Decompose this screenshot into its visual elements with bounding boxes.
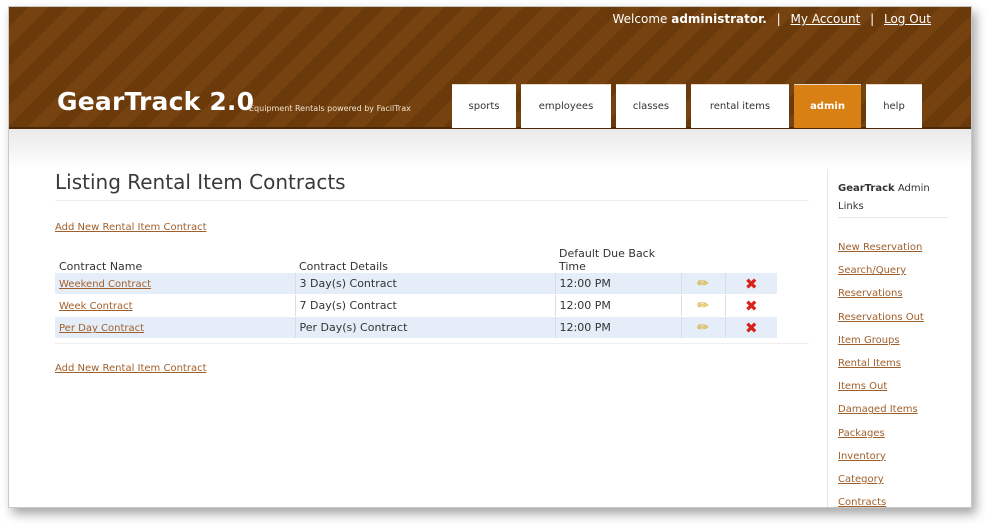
tab-classes[interactable]: classes bbox=[616, 84, 686, 128]
welcome-text: Welcome bbox=[612, 12, 668, 26]
site-header: Welcome administrator. | My Account | Lo… bbox=[9, 7, 971, 129]
sidebar-link-packages[interactable]: Packages bbox=[838, 428, 885, 439]
sidebar-link-search-query[interactable]: Search/Query bbox=[838, 265, 906, 276]
add-contract-link-bottom[interactable]: Add New Rental Item Contract bbox=[55, 363, 206, 374]
my-account-link[interactable]: My Account bbox=[791, 12, 861, 26]
title-divider bbox=[55, 200, 809, 201]
column-header-edit bbox=[681, 239, 725, 273]
contracts-table: Contract Name Contract Details Default D… bbox=[55, 239, 777, 339]
tab-rental-items[interactable]: rental items bbox=[691, 84, 789, 128]
table-row: Per Day Contract Per Day(s) Contract 12:… bbox=[55, 316, 777, 339]
log-out-link[interactable]: Log Out bbox=[884, 12, 931, 26]
column-header-contract-name: Contract Name bbox=[59, 260, 143, 273]
sidebar-link-category[interactable]: Category bbox=[838, 474, 884, 485]
sidebar-link-contracts[interactable]: Contracts bbox=[838, 497, 886, 507]
sidebar-title-brand: GearTrack bbox=[838, 183, 895, 194]
sidebar-divider bbox=[838, 217, 948, 218]
app-window: Welcome administrator. | My Account | Lo… bbox=[8, 6, 972, 508]
sidebar-link-inventory[interactable]: Inventory bbox=[838, 451, 886, 462]
column-header-delete bbox=[725, 239, 777, 273]
red-x-icon[interactable]: ✖ bbox=[745, 275, 758, 293]
contract-name-link[interactable]: Week Contract bbox=[59, 301, 133, 312]
due-back-time: 12:00 PM bbox=[554, 273, 681, 295]
pencil-icon[interactable]: ✏ bbox=[697, 320, 709, 336]
red-x-icon[interactable]: ✖ bbox=[745, 319, 758, 337]
sidebar-link-damaged-items[interactable]: Damaged Items bbox=[838, 404, 918, 415]
header-shadow-band bbox=[9, 129, 971, 169]
contract-details: 7 Day(s) Contract bbox=[294, 294, 555, 317]
sidebar-link-reservations-out[interactable]: Reservations Out bbox=[838, 312, 924, 323]
due-back-time: 12:00 PM bbox=[554, 294, 681, 317]
tab-employees[interactable]: employees bbox=[521, 84, 611, 128]
sidebar-link-new-reservation[interactable]: New Reservation bbox=[838, 242, 922, 253]
app-logo: GearTrack 2.0 bbox=[57, 87, 255, 116]
separator: | bbox=[776, 12, 781, 26]
table-row: Weekend Contract 3 Day(s) Contract 12:00… bbox=[55, 273, 777, 295]
tagline: Equipment Rentals powered by FacilTrax bbox=[249, 104, 411, 113]
username: administrator. bbox=[671, 12, 767, 26]
sidebar-title: GearTrack Admin Links bbox=[838, 180, 948, 216]
sidebar-link-items-out[interactable]: Items Out bbox=[838, 381, 887, 392]
column-header-contract-details: Contract Details bbox=[299, 260, 388, 273]
separator: | bbox=[870, 12, 875, 26]
red-x-icon[interactable]: ✖ bbox=[745, 297, 758, 315]
column-header-default-due-back-time: Default Due Back Time bbox=[559, 247, 656, 273]
table-header-row: Contract Name Contract Details Default D… bbox=[55, 239, 777, 273]
tab-help[interactable]: help bbox=[866, 84, 922, 128]
contract-details: 3 Day(s) Contract bbox=[294, 273, 555, 295]
tab-sports[interactable]: sports bbox=[452, 84, 516, 128]
table-divider bbox=[55, 343, 809, 344]
admin-links-list: New Reservation Search/Query Reservation… bbox=[838, 242, 924, 507]
due-back-time: 12:00 PM bbox=[554, 316, 681, 339]
contract-name-link[interactable]: Weekend Contract bbox=[59, 279, 151, 290]
admin-sidebar: GearTrack Admin Links New Reservation Se… bbox=[827, 169, 968, 507]
user-bar: Welcome administrator. | My Account | Lo… bbox=[613, 12, 931, 26]
sidebar-link-reservations[interactable]: Reservations bbox=[838, 288, 903, 299]
add-contract-link-top[interactable]: Add New Rental Item Contract bbox=[55, 222, 206, 233]
table-row: Week Contract 7 Day(s) Contract 12:00 PM… bbox=[55, 294, 777, 317]
pencil-icon[interactable]: ✏ bbox=[697, 298, 709, 314]
sidebar-link-rental-items[interactable]: Rental Items bbox=[838, 358, 901, 369]
page-title: Listing Rental Item Contracts bbox=[55, 170, 346, 194]
sidebar-link-item-groups[interactable]: Item Groups bbox=[838, 335, 900, 346]
contract-name-link[interactable]: Per Day Contract bbox=[59, 323, 144, 334]
tab-admin[interactable]: admin bbox=[794, 84, 861, 128]
main-nav-tabs: sports employees classes rental items ad… bbox=[452, 84, 927, 128]
contract-details: Per Day(s) Contract bbox=[294, 316, 555, 339]
pencil-icon[interactable]: ✏ bbox=[697, 276, 709, 292]
